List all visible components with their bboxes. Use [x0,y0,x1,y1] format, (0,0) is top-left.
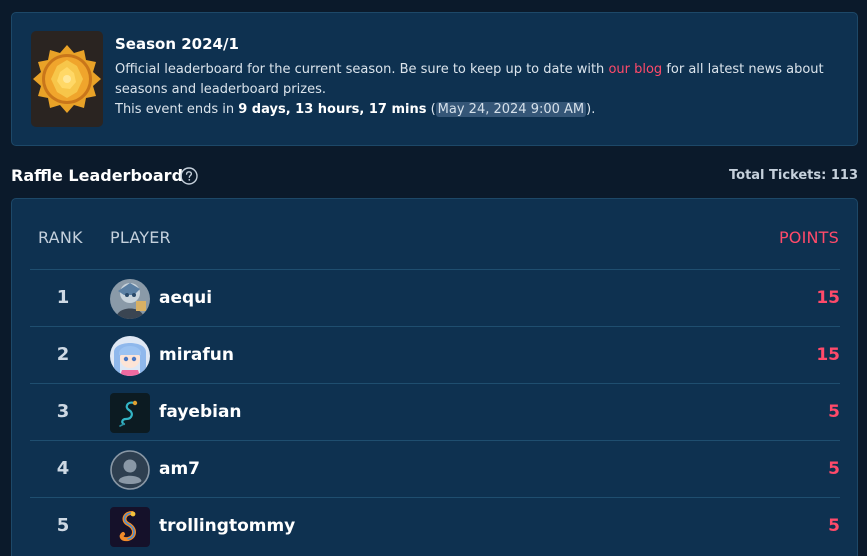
points-cell: 15 [816,345,840,365]
column-header-rank: RANK [38,228,83,247]
rank-cell: 2 [56,344,70,365]
ends-prefix: This event ends in [115,102,239,117]
points-cell: 5 [828,459,840,479]
sun-badge-icon [33,45,101,113]
ends-countdown: 9 days, 13 hours, 17 mins [238,102,427,117]
points-cell: 5 [828,516,840,536]
rank-cell: 4 [56,458,70,479]
table-row: 2 mirafun 15 [30,326,840,383]
player-name[interactable]: fayebian [159,384,242,440]
rank-cell: 3 [56,401,70,422]
rank-cell: 1 [56,287,70,308]
table-row: 3 fayebian 5 [30,383,840,440]
season-text: Season 2024/1 Official leaderboard for t… [115,34,835,120]
question-circle-icon[interactable] [180,167,198,185]
rank-cell: 5 [56,515,70,536]
trollingtommy-avatar[interactable] [110,507,150,547]
ends-close: ). [586,102,596,117]
season-desc-text: Official leaderboard for the current sea… [115,62,609,77]
fayebian-avatar[interactable] [110,393,150,433]
leaderboard-title: Raffle Leaderboard [11,166,184,185]
ends-open: ( [426,102,436,117]
blog-link[interactable]: our blog [608,62,662,77]
default-user-avatar[interactable] [110,450,150,490]
season-title: Season 2024/1 [115,35,239,53]
column-header-points: POINTS [778,228,839,247]
leaderboard-header: Raffle Leaderboard Total Tickets: 113 [11,164,858,188]
season-description: Official leaderboard for the current sea… [115,60,835,120]
points-cell: 5 [828,402,840,422]
player-name[interactable]: trollingtommy [159,498,295,554]
table-row: 4 am7 5 [30,440,840,497]
leaderboard-table: RANK PLAYER POINTS 1 aequi 15 2 mirafun … [11,198,858,556]
table-row: 5 trollingtommy 5 [30,497,840,554]
player-name[interactable]: mirafun [159,327,234,383]
table-row: 1 aequi 15 [30,269,840,326]
page: Season 2024/1 Official leaderboard for t… [0,0,867,556]
total-tickets: Total Tickets: 113 [729,168,858,183]
aequi-avatar[interactable] [110,279,150,319]
player-name[interactable]: am7 [159,441,200,497]
season-banner: Season 2024/1 Official leaderboard for t… [11,12,858,146]
player-name[interactable]: aequi [159,270,212,326]
ends-date: May 24, 2024 9:00 AM [435,102,587,117]
mirafun-avatar[interactable] [110,336,150,376]
column-header-player: PLAYER [110,228,171,247]
season-badge [31,31,103,127]
points-cell: 15 [816,288,840,308]
